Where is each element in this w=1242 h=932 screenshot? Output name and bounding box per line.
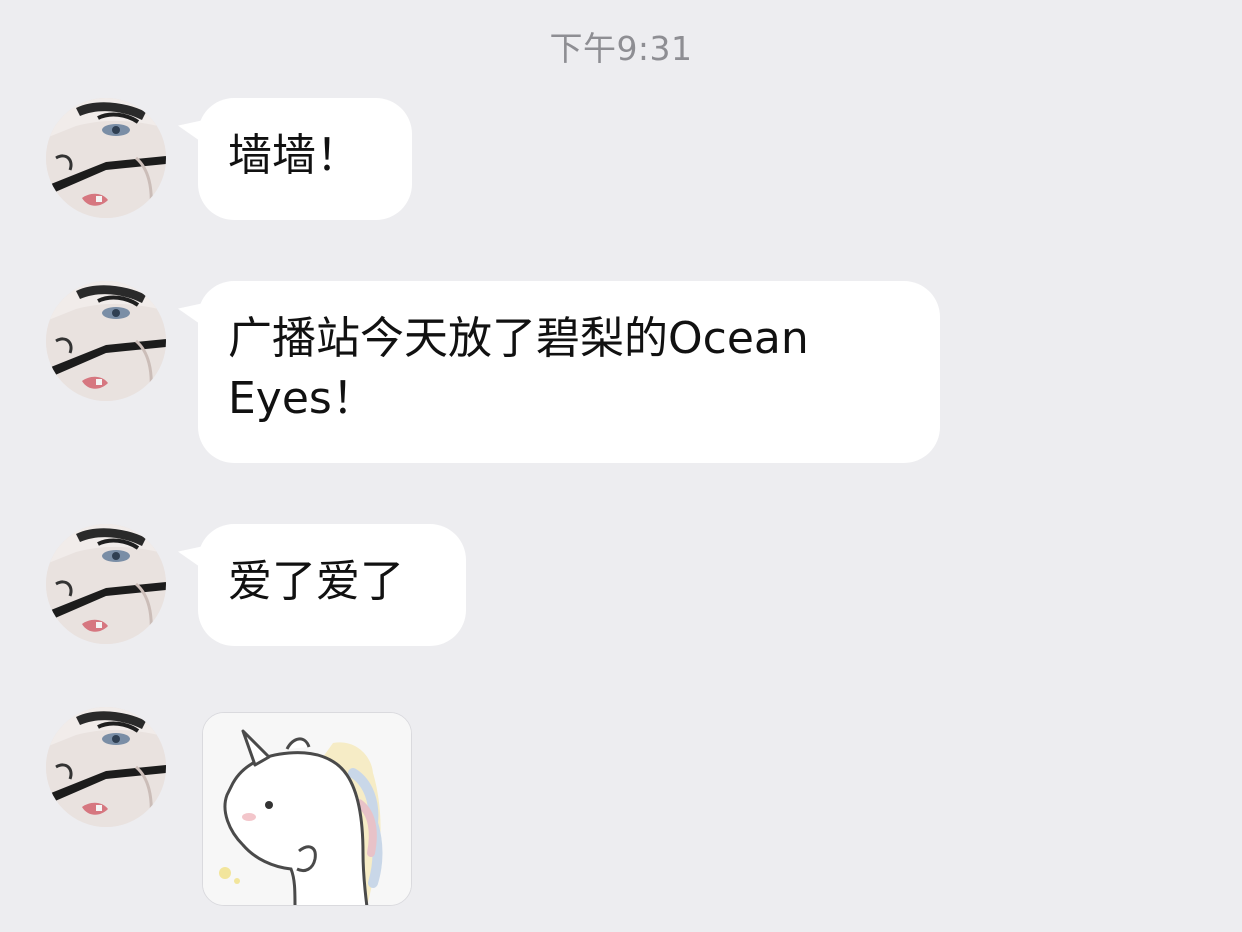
user-avatar-icon xyxy=(46,707,166,827)
user-avatar-icon xyxy=(46,98,166,218)
sender-avatar[interactable] xyxy=(46,98,166,218)
sender-avatar[interactable] xyxy=(46,524,166,644)
message-text: 广播站今天放了碧梨的Ocean Eyes！ xyxy=(228,313,809,424)
message-text: 爱了爱了 xyxy=(228,556,404,607)
chat-view: 下午9:31 墙墙！ 广播站今天放了碧梨的Ocean Eyes！ 爱了爱了 xyxy=(0,0,1242,932)
message-timestamp: 下午9:31 xyxy=(549,29,693,68)
message-text: 墙墙！ xyxy=(228,130,360,181)
unicorn-sticker-icon xyxy=(203,713,411,905)
user-avatar-icon xyxy=(46,281,166,401)
message-bubble[interactable]: 墙墙！ xyxy=(198,98,412,220)
message-bubble[interactable]: 爱了爱了 xyxy=(198,524,466,646)
sender-avatar[interactable] xyxy=(46,707,166,827)
sender-avatar[interactable] xyxy=(46,281,166,401)
message-bubble[interactable]: 广播站今天放了碧梨的Ocean Eyes！ xyxy=(198,281,940,463)
user-avatar-icon xyxy=(46,524,166,644)
sticker-message[interactable] xyxy=(202,712,412,906)
